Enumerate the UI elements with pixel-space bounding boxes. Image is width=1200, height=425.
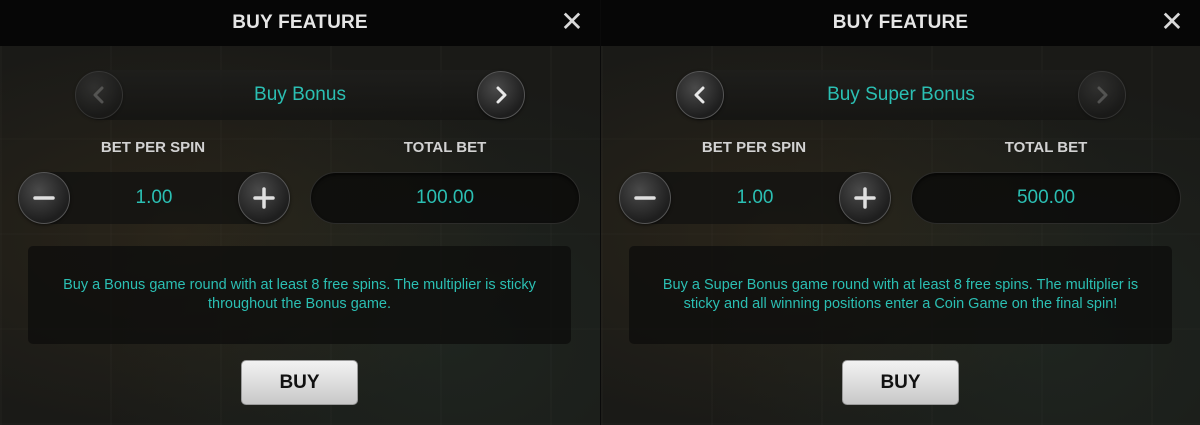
bet-per-spin-value: 1.00 bbox=[736, 187, 774, 208]
panel-title: BUY FEATURE bbox=[832, 12, 969, 33]
feature-description-box: Buy a Bonus game round with at least 8 f… bbox=[28, 246, 571, 344]
next-feature-button[interactable] bbox=[477, 71, 525, 119]
feature-description-box: Buy a Super Bonus game round with at lea… bbox=[629, 246, 1172, 344]
bet-per-spin-stepper: 1.00 bbox=[18, 172, 290, 224]
chevron-left-icon bbox=[93, 86, 104, 104]
increase-bet-button[interactable] bbox=[238, 172, 290, 224]
previous-feature-button[interactable] bbox=[75, 71, 123, 119]
close-icon[interactable]: ✕ bbox=[1158, 8, 1186, 36]
total-bet-value: 100.00 bbox=[310, 172, 580, 224]
buy-button[interactable]: BUY bbox=[241, 360, 358, 405]
panel-header: BUY FEATURE ✕ bbox=[601, 0, 1200, 46]
bet-per-spin-label: BET PER SPIN bbox=[701, 139, 807, 156]
chevron-left-icon bbox=[694, 86, 705, 104]
next-feature-button[interactable] bbox=[1078, 71, 1126, 119]
plus-icon bbox=[253, 187, 275, 209]
total-bet-label: TOTAL BET bbox=[403, 139, 487, 156]
feature-description: Buy a Super Bonus game round with at lea… bbox=[662, 277, 1139, 312]
feature-name: Buy Bonus bbox=[254, 84, 346, 105]
panel-header: BUY FEATURE ✕ bbox=[0, 0, 600, 46]
close-icon[interactable]: ✕ bbox=[558, 8, 586, 36]
plus-icon bbox=[854, 187, 876, 209]
chevron-right-icon bbox=[496, 86, 507, 104]
buy-feature-panel-bonus: BUY FEATURE ✕ Buy Bonus BET PER SPIN TOT… bbox=[0, 0, 600, 425]
total-bet-label: TOTAL BET bbox=[1004, 139, 1088, 156]
minus-icon bbox=[33, 196, 55, 200]
buy-feature-panel-super-bonus: BUY FEATURE ✕ Buy Super Bonus BET PER SP… bbox=[600, 0, 1200, 425]
feature-selector: Buy Super Bonus bbox=[676, 70, 1126, 120]
buy-button[interactable]: BUY bbox=[842, 360, 959, 405]
decrease-bet-button[interactable] bbox=[619, 172, 671, 224]
chevron-right-icon bbox=[1097, 86, 1108, 104]
increase-bet-button[interactable] bbox=[839, 172, 891, 224]
panel-title: BUY FEATURE bbox=[232, 12, 368, 33]
bet-per-spin-value: 1.00 bbox=[135, 187, 173, 208]
bet-per-spin-label: BET PER SPIN bbox=[100, 139, 206, 156]
feature-name: Buy Super Bonus bbox=[827, 84, 975, 105]
feature-selector: Buy Bonus bbox=[75, 70, 525, 120]
decrease-bet-button[interactable] bbox=[18, 172, 70, 224]
feature-description: Buy a Bonus game round with at least 8 f… bbox=[63, 277, 536, 312]
minus-icon bbox=[634, 196, 656, 200]
bet-per-spin-stepper: 1.00 bbox=[619, 172, 891, 224]
previous-feature-button[interactable] bbox=[676, 71, 724, 119]
total-bet-value: 500.00 bbox=[911, 172, 1181, 224]
